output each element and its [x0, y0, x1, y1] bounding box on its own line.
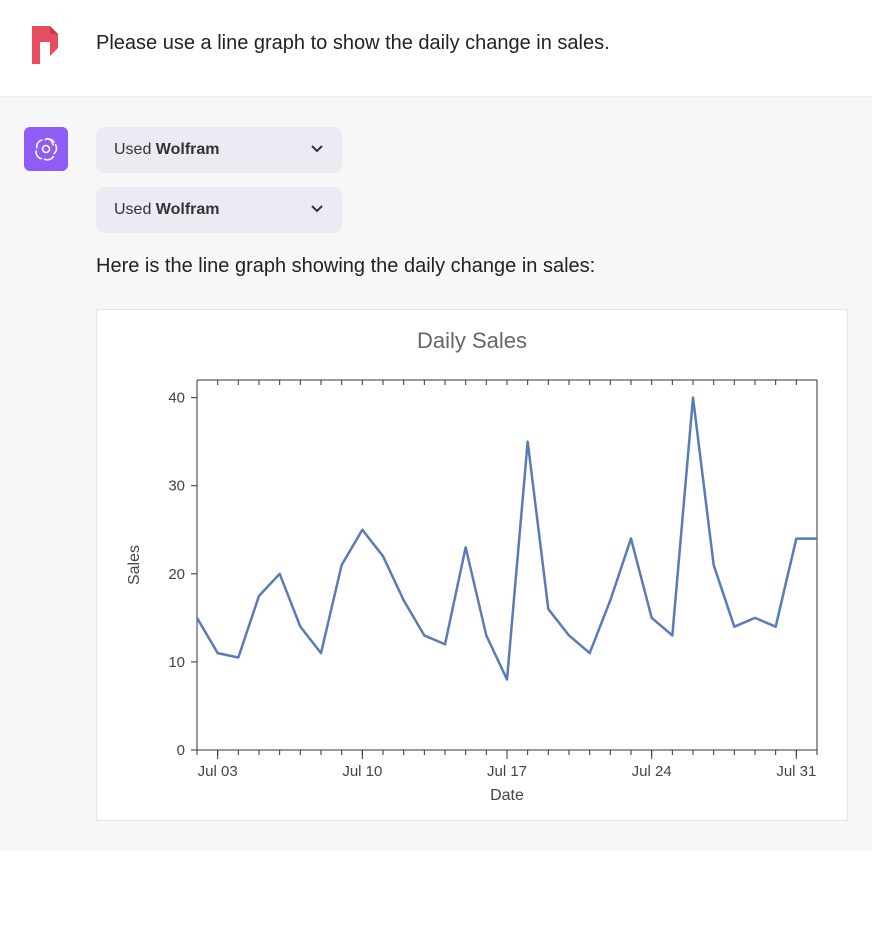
pill-label: Used Wolfram	[114, 201, 220, 219]
svg-text:Jul 03: Jul 03	[198, 763, 238, 780]
assistant-avatar	[24, 127, 68, 171]
svg-text:Date: Date	[490, 787, 524, 804]
user-message-row: Please use a line graph to show the dail…	[0, 0, 872, 97]
svg-text:Jul 10: Jul 10	[342, 763, 382, 780]
tool-used-pill[interactable]: Used Wolfram	[96, 187, 342, 233]
svg-text:40: 40	[168, 390, 185, 407]
line-chart: 0 10 20 30 40 Jul 03 Jul 10 Jul 17 Jul 24 Jul 31 D…	[107, 360, 837, 810]
user-logo-icon	[28, 24, 64, 64]
tool-used-pill[interactable]: Used Wolfram	[96, 127, 342, 173]
chart-card: Daily Sales 0 10 20 30 40 Jul 03 Jul 10 Jul 17 J…	[96, 309, 848, 821]
svg-text:Jul 31: Jul 31	[776, 763, 816, 780]
svg-text:Sales: Sales	[126, 545, 143, 585]
chevron-down-icon	[310, 142, 324, 159]
svg-text:Jul 24: Jul 24	[632, 763, 672, 780]
chevron-down-icon	[310, 202, 324, 219]
svg-text:Jul 17: Jul 17	[487, 763, 527, 780]
chart-title: Daily Sales	[107, 328, 837, 354]
user-avatar	[24, 22, 68, 66]
svg-text:0: 0	[177, 742, 185, 759]
tool-pill-row: Used Wolfram	[96, 187, 848, 233]
svg-text:30: 30	[168, 478, 185, 495]
svg-text:20: 20	[168, 566, 185, 583]
assistant-message-row: Used Wolfram Used Wolfram Here is the li…	[0, 97, 872, 851]
user-prompt-text: Please use a line graph to show the dail…	[96, 22, 848, 58]
assistant-response-text: Here is the line graph showing the daily…	[96, 251, 848, 281]
openai-logo-icon	[32, 135, 60, 163]
svg-text:10: 10	[168, 654, 185, 671]
tool-pill-row: Used Wolfram	[96, 127, 848, 173]
assistant-content: Used Wolfram Used Wolfram Here is the li…	[96, 127, 848, 821]
user-content: Please use a line graph to show the dail…	[96, 22, 848, 58]
pill-label: Used Wolfram	[114, 141, 220, 159]
